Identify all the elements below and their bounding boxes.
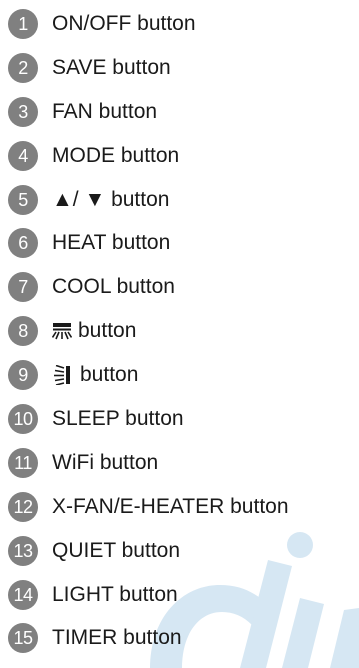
item-number-badge: 12 — [8, 491, 38, 522]
item-label: X-FAN/E-HEATER button — [52, 495, 289, 519]
item-label-text: COOL button — [52, 275, 175, 299]
item-label: MODE button — [52, 144, 179, 168]
item-number-badge: 5 — [8, 184, 38, 215]
item-label-text: TIMER button — [52, 626, 182, 650]
item-number-badge: 9 — [8, 360, 38, 391]
item-label: button — [52, 363, 138, 387]
item-label: ▲/ ▼ button — [52, 188, 169, 212]
item-number-badge: 3 — [8, 96, 38, 127]
item-number-badge: 13 — [8, 535, 38, 566]
item-label: QUIET button — [52, 539, 180, 563]
item-number-badge: 15 — [8, 623, 38, 654]
item-number-badge: 11 — [8, 447, 38, 478]
list-item: 13 QUIET button — [8, 529, 359, 573]
item-number-badge: 1 — [8, 8, 38, 39]
item-number-badge: 2 — [8, 52, 38, 83]
list-item: 11 WiFi button — [8, 441, 359, 485]
list-item: 1 ON/OFF button — [8, 2, 359, 46]
swing-louver-icon — [52, 322, 72, 340]
list-item: 6 HEAT button — [8, 221, 359, 265]
item-label: SAVE button — [52, 56, 171, 80]
item-label-text: X-FAN/E-HEATER button — [52, 494, 289, 518]
item-label: LIGHT button — [52, 583, 178, 607]
list-item: 8 button — [8, 309, 359, 353]
list-item: 2 SAVE button — [8, 46, 359, 90]
item-number-badge: 10 — [8, 403, 38, 434]
item-label-text: WiFi button — [52, 450, 159, 474]
item-label-text: ▲/ ▼ button — [52, 187, 170, 211]
item-label-text: SLEEP button — [52, 406, 184, 430]
item-label-text: button — [80, 363, 139, 387]
item-label: ON/OFF button — [52, 12, 196, 36]
item-label: HEAT button — [52, 231, 170, 255]
item-label: FAN button — [52, 100, 157, 124]
list-item: 12 X-FAN/E-HEATER button — [8, 485, 359, 529]
airflow-direction-icon — [52, 365, 74, 386]
item-label: TIMER button — [52, 626, 182, 650]
item-number-badge: 6 — [8, 228, 38, 259]
item-label-text: HEAT button — [52, 231, 171, 255]
list-item: 14 LIGHT button — [8, 573, 359, 617]
item-label-text: SAVE button — [52, 55, 171, 79]
list-item: 3 FAN button — [8, 90, 359, 134]
item-label-text: button — [78, 319, 137, 343]
item-number-badge: 14 — [8, 579, 38, 610]
list-item: 4 MODE button — [8, 134, 359, 178]
button-legend-list: 1 ON/OFF button 2 SAVE button 3 FAN butt… — [8, 2, 359, 660]
item-label-text: QUIET button — [52, 538, 181, 562]
list-item: 10 SLEEP button — [8, 397, 359, 441]
item-label-text: ON/OFF button — [52, 11, 196, 35]
item-number-badge: 8 — [8, 316, 38, 347]
item-label-text: FAN button — [52, 99, 158, 123]
list-item: 15 TIMER button — [8, 616, 359, 660]
item-label-text: LIGHT button — [52, 582, 178, 606]
item-label: button — [52, 319, 136, 343]
item-label: SLEEP button — [52, 407, 184, 431]
list-item: 5 ▲/ ▼ button — [8, 178, 359, 222]
item-label-text: MODE button — [52, 143, 180, 167]
item-number-badge: 4 — [8, 140, 38, 171]
item-number-badge: 7 — [8, 272, 38, 303]
list-item: 7 COOL button — [8, 265, 359, 309]
list-item: 9 button — [8, 353, 359, 397]
item-label: COOL button — [52, 275, 175, 299]
item-label: WiFi button — [52, 451, 158, 475]
